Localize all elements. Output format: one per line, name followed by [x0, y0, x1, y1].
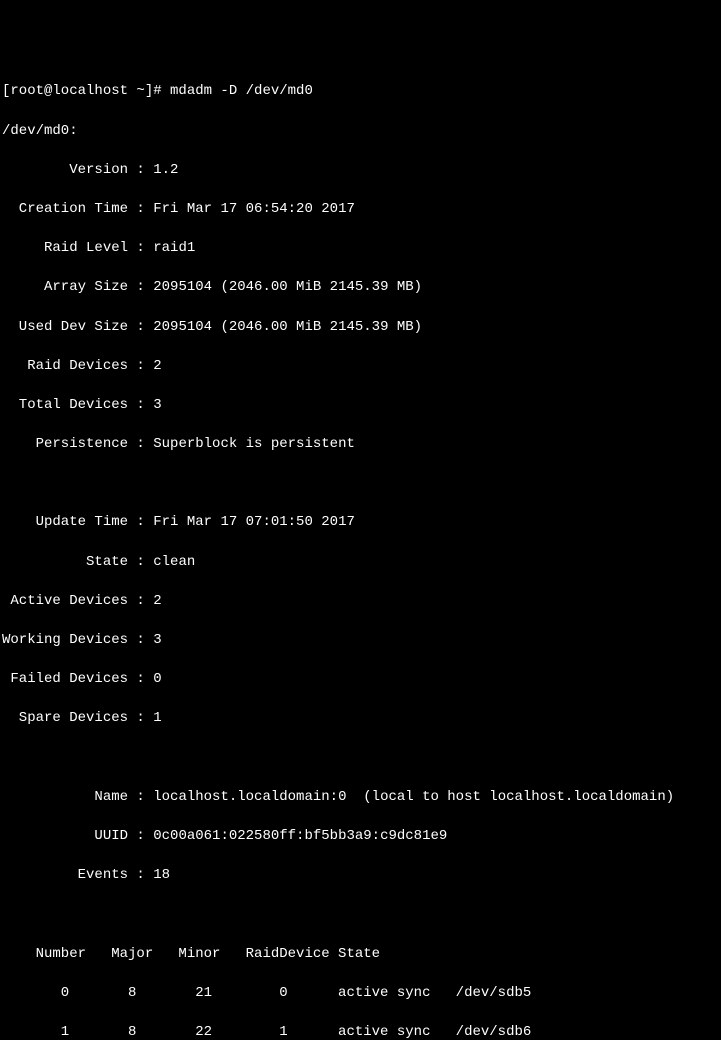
field-state: State : clean [2, 553, 719, 573]
field-label: Used Dev Size : [2, 319, 153, 335]
field-value: clean [153, 554, 195, 570]
field-value: 1 [153, 710, 161, 726]
device-table-row: 1 8 22 1 active sync /dev/sdb6 [2, 1023, 719, 1040]
field-update-time: Update Time : Fri Mar 17 07:01:50 2017 [2, 513, 719, 533]
field-value: 3 [153, 632, 161, 648]
field-label: Array Size : [2, 279, 153, 295]
field-value: 18 [153, 867, 170, 883]
field-label: Name : [2, 789, 153, 805]
field-value: 2 [153, 358, 161, 374]
field-persistence: Persistence : Superblock is persistent [2, 435, 719, 455]
field-label: Persistence : [2, 436, 153, 452]
device-line: /dev/md0: [2, 122, 719, 142]
field-value: localhost.localdomain:0 (local to host l… [153, 789, 674, 805]
field-label: Working Devices : [2, 632, 153, 648]
field-raid-level: Raid Level : raid1 [2, 239, 719, 259]
field-label: Raid Level : [2, 240, 153, 256]
field-value: Fri Mar 17 06:54:20 2017 [153, 201, 355, 217]
field-label: Total Devices : [2, 397, 153, 413]
device-table-row: 0 8 21 0 active sync /dev/sdb5 [2, 984, 719, 1004]
field-label: Events : [2, 867, 153, 883]
field-value: 2095104 (2046.00 MiB 2145.39 MB) [153, 279, 422, 295]
field-value: 2095104 (2046.00 MiB 2145.39 MB) [153, 319, 422, 335]
field-value: 2 [153, 593, 161, 609]
field-label: Failed Devices : [2, 671, 153, 687]
field-label: Creation Time : [2, 201, 153, 217]
field-label: UUID : [2, 828, 153, 844]
field-name: Name : localhost.localdomain:0 (local to… [2, 788, 719, 808]
field-label: State : [2, 554, 153, 570]
field-label: Spare Devices : [2, 710, 153, 726]
field-array-size: Array Size : 2095104 (2046.00 MiB 2145.3… [2, 278, 719, 298]
field-spare-devices: Spare Devices : 1 [2, 709, 719, 729]
blank-line [2, 905, 719, 925]
field-active-devices: Active Devices : 2 [2, 592, 719, 612]
blank-line [2, 749, 719, 769]
field-events: Events : 18 [2, 866, 719, 886]
field-value: 1.2 [153, 162, 178, 178]
field-working-devices: Working Devices : 3 [2, 631, 719, 651]
blank-line [2, 474, 719, 494]
field-creation-time: Creation Time : Fri Mar 17 06:54:20 2017 [2, 200, 719, 220]
field-total-devices: Total Devices : 3 [2, 396, 719, 416]
field-label: Raid Devices : [2, 358, 153, 374]
field-value: 0 [153, 671, 161, 687]
field-uuid: UUID : 0c00a061:022580ff:bf5bb3a9:c9dc81… [2, 827, 719, 847]
field-used-dev-size: Used Dev Size : 2095104 (2046.00 MiB 214… [2, 318, 719, 338]
field-value: Superblock is persistent [153, 436, 355, 452]
field-failed-devices: Failed Devices : 0 [2, 670, 719, 690]
field-value: Fri Mar 17 07:01:50 2017 [153, 514, 355, 530]
field-value: raid1 [153, 240, 195, 256]
field-label: Version : [2, 162, 153, 178]
field-label: Active Devices : [2, 593, 153, 609]
prompt-line: [root@localhost ~]# mdadm -D /dev/md0 [2, 82, 719, 102]
field-value: 3 [153, 397, 161, 413]
field-value: 0c00a061:022580ff:bf5bb3a9:c9dc81e9 [153, 828, 447, 844]
field-raid-devices: Raid Devices : 2 [2, 357, 719, 377]
field-label: Update Time : [2, 514, 153, 530]
field-version: Version : 1.2 [2, 161, 719, 181]
device-table-header: Number Major Minor RaidDevice State [2, 945, 719, 965]
